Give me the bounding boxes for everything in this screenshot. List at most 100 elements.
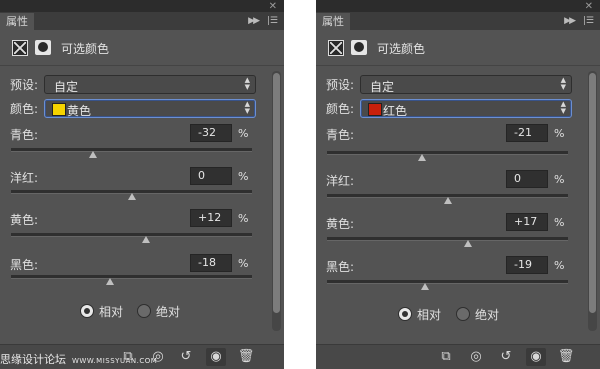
preset-value: 自定: [370, 80, 395, 94]
cyan-value-field[interactable]: -32: [190, 124, 232, 142]
panel-header: 可选颜色: [316, 31, 600, 63]
black-slider-thumb[interactable]: [105, 278, 114, 285]
radio-absolute-label: 绝对: [156, 305, 181, 319]
percent-sign: %: [554, 127, 565, 140]
percent-sign: %: [238, 127, 249, 140]
radio-button[interactable]: [80, 304, 94, 318]
preset-select[interactable]: 自定 ▲ ▼: [360, 75, 572, 94]
yellow-value-field[interactable]: +17: [506, 213, 548, 231]
close-icon[interactable]: ✕: [585, 1, 593, 12]
close-icon[interactable]: ✕: [269, 1, 277, 12]
cyan-slider-track[interactable]: [11, 148, 252, 152]
divider: [316, 65, 600, 66]
scrollbar-thumb[interactable]: [589, 73, 596, 313]
slider-label-black: 黑色:: [326, 260, 355, 274]
watermark-text: 思缘设计论坛: [0, 353, 66, 366]
magenta-slider-thumb[interactable]: [443, 197, 452, 204]
reset-icon[interactable]: ↺: [176, 348, 196, 366]
black-value-field[interactable]: -18: [190, 254, 232, 272]
preset-label: 预设:: [10, 78, 39, 92]
adjustment-layer-icon[interactable]: [12, 40, 28, 56]
layer-mask-icon[interactable]: [351, 40, 367, 55]
scrollbar[interactable]: [588, 71, 597, 331]
titlebar-strip: [316, 0, 600, 12]
color-label: 颜色:: [10, 102, 39, 116]
color-value: 黄色: [67, 104, 92, 118]
color-label: 颜色:: [326, 102, 355, 116]
watermark-url: WWW.MISSYUAN.COM: [72, 357, 158, 365]
radio-button[interactable]: [456, 307, 470, 321]
cyan-slider-thumb[interactable]: [88, 151, 97, 158]
magenta-value-field[interactable]: 0: [190, 167, 232, 185]
layer-mask-icon[interactable]: [35, 40, 51, 55]
yellow-slider-track[interactable]: [327, 237, 568, 241]
preset-label: 预设:: [326, 78, 355, 92]
slider-label-yellow: 黄色:: [326, 217, 355, 231]
cyan-slider-track[interactable]: [327, 151, 568, 155]
radio-relative-label: 相对: [99, 305, 124, 319]
panel-titlebar: ✕ 属性 ▶▶ |☰: [316, 0, 600, 30]
color-select[interactable]: 红色 ▲ ▼: [360, 99, 572, 118]
percent-sign: %: [238, 212, 249, 225]
panel-menu-icon[interactable]: |☰: [583, 14, 594, 28]
percent-sign: %: [554, 259, 565, 272]
black-slider-track[interactable]: [11, 275, 252, 279]
radio-button[interactable]: [398, 307, 412, 321]
color-swatch: [368, 103, 382, 116]
cyan-value-field[interactable]: -21: [506, 124, 548, 142]
visibility-eye-icon[interactable]: ◉: [206, 348, 226, 366]
percent-sign: %: [554, 173, 565, 186]
visibility-eye-icon[interactable]: ◉: [526, 348, 546, 366]
collapse-icon[interactable]: ▶▶: [564, 14, 576, 28]
slider-label-yellow: 黄色:: [10, 213, 39, 227]
tab-properties[interactable]: 属性: [316, 13, 350, 30]
updown-arrows-icon: ▲ ▼: [560, 76, 566, 91]
trash-icon[interactable]: 🗑: [236, 348, 256, 366]
percent-sign: %: [238, 257, 249, 270]
magenta-value-field[interactable]: 0: [506, 170, 548, 188]
yellow-slider-track[interactable]: [11, 233, 252, 237]
yellow-value-field[interactable]: +12: [190, 209, 232, 227]
cyan-slider-thumb[interactable]: [418, 154, 427, 161]
tab-properties[interactable]: 属性: [0, 13, 34, 30]
scrollbar[interactable]: [272, 71, 281, 331]
slider-label-magenta: 洋红:: [10, 171, 39, 185]
collapse-icon[interactable]: ▶▶: [248, 14, 260, 28]
view-previous-state-icon[interactable]: ◎: [466, 348, 486, 366]
preset-select[interactable]: 自定 ▲ ▼: [44, 75, 256, 94]
adjustment-layer-icon[interactable]: [328, 40, 344, 56]
black-value-field[interactable]: -19: [506, 256, 548, 274]
preset-value: 自定: [54, 80, 79, 94]
trash-icon[interactable]: 🗑: [556, 348, 576, 366]
color-value: 红色: [383, 104, 408, 118]
updown-arrows-icon: ▲ ▼: [244, 100, 250, 115]
scrollbar-thumb[interactable]: [273, 73, 280, 313]
updown-arrows-icon: ▲ ▼: [244, 76, 250, 91]
panel-menu-icon[interactable]: |☰: [267, 14, 278, 28]
reset-icon[interactable]: ↺: [496, 348, 516, 366]
radio-absolute-label: 绝对: [475, 308, 500, 322]
properties-panel-right: ✕ 属性 ▶▶ |☰ 可选颜色 预设: 自定 ▲ ▼ 颜色: 红色 ▲ ▼ 青色: …: [316, 0, 600, 369]
slider-label-cyan: 青色:: [326, 128, 355, 142]
magenta-slider-thumb[interactable]: [127, 193, 136, 200]
percent-sign: %: [554, 216, 565, 229]
adjustment-title: 可选颜色: [61, 42, 110, 56]
adjustment-title: 可选颜色: [377, 42, 426, 56]
panel-titlebar: ✕ 属性 ▶▶ |☰: [0, 0, 284, 30]
black-slider-thumb[interactable]: [420, 283, 429, 290]
yellow-slider-thumb[interactable]: [463, 240, 472, 247]
black-slider-track[interactable]: [327, 280, 568, 284]
divider: [0, 65, 284, 66]
slider-label-black: 黑色:: [10, 258, 39, 272]
clip-to-layer-icon[interactable]: ⧉: [436, 348, 456, 366]
radio-button[interactable]: [137, 304, 151, 318]
slider-label-cyan: 青色:: [10, 128, 39, 142]
color-select[interactable]: 黄色 ▲ ▼: [44, 99, 256, 118]
yellow-slider-thumb[interactable]: [141, 236, 150, 243]
updown-arrows-icon: ▲ ▼: [560, 100, 566, 115]
radio-relative-label: 相对: [417, 308, 442, 322]
percent-sign: %: [238, 170, 249, 183]
titlebar-strip: [0, 0, 284, 12]
panel-bottom-toolbar: ⧉ ◎ ↺ ◉ 🗑: [316, 344, 600, 369]
watermark: 思缘设计论坛 WWW.MISSYUAN.COM: [0, 351, 157, 367]
